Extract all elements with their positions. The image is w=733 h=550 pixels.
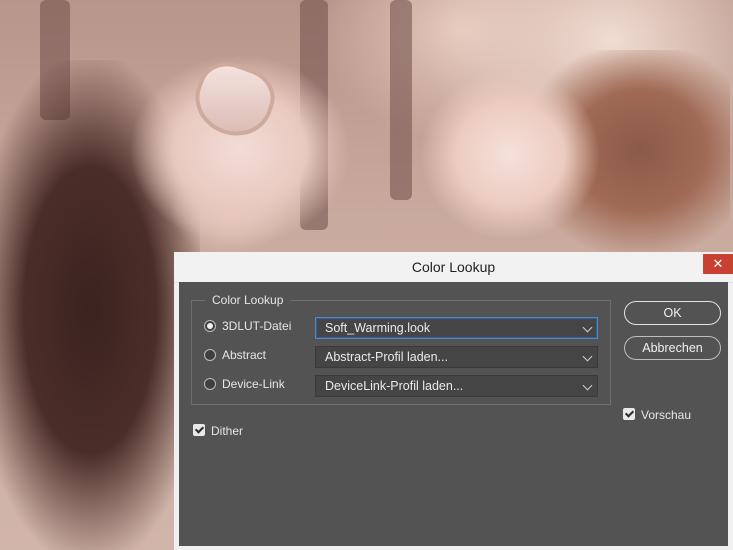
group-label: Color Lookup (205, 293, 291, 307)
ok-button[interactable]: OK (624, 301, 721, 325)
tree-trunk (390, 0, 412, 200)
select-3dlut-file[interactable]: Soft_Warming.look (315, 317, 598, 339)
select-devicelink-profile[interactable]: DeviceLink-Profil laden... (315, 375, 598, 397)
close-button[interactable]: ✕ (703, 254, 733, 274)
preview-label: Vorschau (641, 408, 692, 422)
dialog-title: Color Lookup (411, 259, 496, 275)
preview-checkbox[interactable] (623, 408, 635, 420)
chevron-down-icon (582, 380, 593, 391)
select-value: DeviceLink-Profil laden... (325, 379, 464, 393)
face-right (420, 70, 600, 240)
dialog-body: Color Lookup 3DLUT-Datei Soft_Warming.lo… (179, 282, 728, 546)
dither-label: Dither (211, 424, 244, 438)
select-value: Abstract-Profil laden... (325, 350, 448, 364)
title-bar[interactable]: Color Lookup ✕ (174, 252, 733, 283)
dither-checkbox[interactable] (193, 424, 205, 436)
select-abstract-profile[interactable]: Abstract-Profil laden... (315, 346, 598, 368)
radio-label-abstract: Abstract (222, 348, 267, 362)
radio-label-3dlut: 3DLUT-Datei (222, 319, 292, 333)
radio-abstract[interactable] (204, 349, 216, 361)
cancel-button[interactable]: Abbrechen (624, 336, 721, 360)
radio-label-device-link: Device-Link (222, 377, 285, 391)
chevron-down-icon (582, 351, 593, 362)
color-lookup-dialog: Color Lookup ✕ Color Lookup 3DLUT-Datei … (174, 252, 733, 550)
chevron-down-icon (582, 322, 593, 333)
select-value: Soft_Warming.look (325, 321, 431, 335)
radio-device-link[interactable] (204, 378, 216, 390)
radio-3dlut[interactable] (204, 320, 216, 332)
